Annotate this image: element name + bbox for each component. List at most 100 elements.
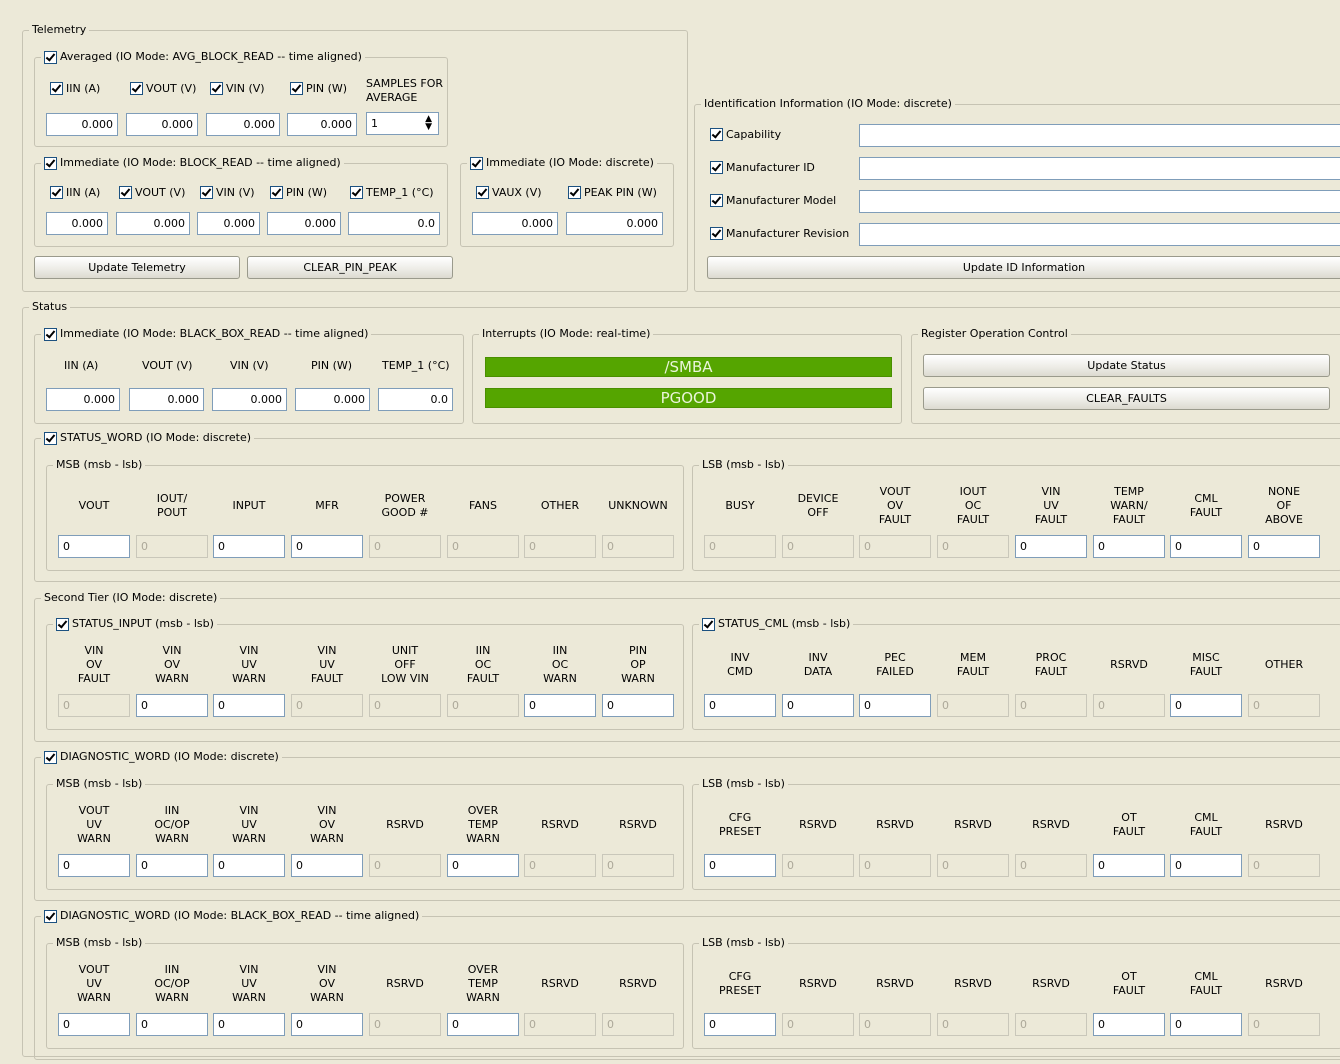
diagnostic-blackbox-enable-checkbox[interactable] xyxy=(44,909,57,923)
spin-up-down-icon[interactable]: ▲ ▼ xyxy=(425,115,432,132)
imm-vin-field[interactable] xyxy=(197,212,260,235)
status-word-lsb-header-3: IOUT OC FAULT xyxy=(956,485,990,526)
immediate-discrete-enable-checkbox[interactable] xyxy=(470,156,483,170)
manufacturer-model-field[interactable] xyxy=(859,190,1340,213)
peak-pin-field[interactable] xyxy=(566,212,663,235)
status-pin-field[interactable] xyxy=(295,388,370,411)
peak-pin-checkbox[interactable]: PEAK PIN (W) xyxy=(568,186,657,199)
diag-discrete-msb-field-3[interactable] xyxy=(291,854,363,877)
manufacturer-model-checkbox[interactable]: Manufacturer Model xyxy=(710,194,836,207)
avg-vout-checkbox[interactable]: VOUT (V) xyxy=(130,82,196,95)
diag-blackbox-lsb-header-7: RSRVD xyxy=(1265,977,1303,990)
immediate-block-enable-checkbox[interactable] xyxy=(44,156,57,170)
diag-discrete-lsb-header-1: RSRVD xyxy=(799,818,837,831)
status-cml-field-6[interactable] xyxy=(1170,694,1242,717)
status-temp-field[interactable] xyxy=(378,388,453,411)
status-input-header-6: IIN OC WARN xyxy=(543,644,577,685)
imm-vin-checkbox[interactable]: VIN (V) xyxy=(200,186,255,199)
status-input-field-2[interactable] xyxy=(213,694,285,717)
status-immediate-enable-checkbox[interactable] xyxy=(44,327,57,341)
diag-blackbox-msb-field-3[interactable] xyxy=(291,1013,363,1036)
imm-iin-checkbox[interactable]: IIN (A) xyxy=(50,186,100,199)
diag-discrete-lsb-field-6[interactable] xyxy=(1170,854,1242,877)
imm-pin-checkbox[interactable]: PIN (W) xyxy=(270,186,327,199)
diag-blackbox-msb-field-2[interactable] xyxy=(213,1013,285,1036)
diag-discrete-msb-field-1[interactable] xyxy=(136,854,208,877)
diag-discrete-lsb-field-5[interactable] xyxy=(1093,854,1165,877)
manufacturer-revision-checkbox[interactable]: Manufacturer Revision xyxy=(710,227,849,240)
avg-vin-field[interactable] xyxy=(206,113,280,136)
status-word-lsb-field-7[interactable] xyxy=(1248,535,1320,558)
status-input-field-7[interactable] xyxy=(602,694,674,717)
status-word-msb-field-4 xyxy=(369,535,441,558)
status-cml-field-2[interactable] xyxy=(859,694,931,717)
status-word-msb-field-3[interactable] xyxy=(291,535,363,558)
status-word-msb-field-0[interactable] xyxy=(58,535,130,558)
status-cml-enable-checkbox[interactable] xyxy=(702,617,715,631)
imm-iin-field[interactable] xyxy=(46,212,108,235)
status-cml-field-0[interactable] xyxy=(704,694,776,717)
diag-blackbox-msb-field-0[interactable] xyxy=(58,1013,130,1036)
update-telemetry-button[interactable]: Update Telemetry xyxy=(34,256,240,279)
clear-faults-button[interactable]: CLEAR_FAULTS xyxy=(923,387,1330,410)
manufacturer-id-field[interactable] xyxy=(859,157,1340,180)
diag-blackbox-msb-field-5[interactable] xyxy=(447,1013,519,1036)
diag-discrete-msb-header-1: IIN OC/OP WARN xyxy=(154,804,190,845)
diag-blackbox-lsb-field-0[interactable] xyxy=(704,1013,776,1036)
diag-discrete-msb-header-7: RSRVD xyxy=(619,818,657,831)
status-word-lsb-field-5[interactable] xyxy=(1093,535,1165,558)
diag-discrete-lsb-field-1 xyxy=(782,854,854,877)
diagnostic-discrete-enable-checkbox[interactable] xyxy=(44,750,57,764)
diag-blackbox-msb-header-4: RSRVD xyxy=(386,977,424,990)
diag-blackbox-lsb-header-5: OT FAULT xyxy=(1112,970,1146,997)
status-input-field-6[interactable] xyxy=(524,694,596,717)
status-vin-field[interactable] xyxy=(212,388,287,411)
vaux-field[interactable] xyxy=(472,212,558,235)
status-vout-label: VOUT (V) xyxy=(142,359,193,372)
status-word-lsb-field-4[interactable] xyxy=(1015,535,1087,558)
samples-spinbox[interactable]: 1 ▲ ▼ xyxy=(366,112,439,135)
averaged-enable-checkbox[interactable] xyxy=(44,50,57,64)
diag-discrete-msb-header-6: RSRVD xyxy=(541,818,579,831)
diag-blackbox-lsb-field-6[interactable] xyxy=(1170,1013,1242,1036)
status-input-enable-checkbox[interactable] xyxy=(56,617,69,631)
diag-discrete-msb-field-5[interactable] xyxy=(447,854,519,877)
manufacturer-revision-field[interactable] xyxy=(859,223,1340,246)
diag-discrete-lsb-field-2 xyxy=(859,854,931,877)
imm-temp-field[interactable] xyxy=(348,212,440,235)
avg-vout-field[interactable] xyxy=(126,113,198,136)
update-id-information-button[interactable]: Update ID Information xyxy=(707,256,1340,279)
manufacturer-id-checkbox[interactable]: Manufacturer ID xyxy=(710,161,815,174)
capability-field[interactable] xyxy=(859,124,1340,147)
update-status-button[interactable]: Update Status xyxy=(923,354,1330,377)
diag-blackbox-msb-title: MSB (msb - lsb) xyxy=(53,936,146,950)
status-word-enable-checkbox[interactable] xyxy=(44,431,57,445)
avg-iin-checkbox[interactable]: IIN (A) xyxy=(50,82,100,95)
avg-vin-checkbox[interactable]: VIN (V) xyxy=(210,82,265,95)
avg-pin-checkbox[interactable]: PIN (W) xyxy=(290,82,347,95)
imm-temp-checkbox[interactable]: TEMP_1 (°C) xyxy=(350,186,434,199)
status-vout-field[interactable] xyxy=(129,388,204,411)
diag-discrete-msb-field-2[interactable] xyxy=(213,854,285,877)
status-word-msb-field-6 xyxy=(524,535,596,558)
status-word-lsb-field-6[interactable] xyxy=(1170,535,1242,558)
status-cml-field-1[interactable] xyxy=(782,694,854,717)
vaux-checkbox[interactable]: VAUX (V) xyxy=(476,186,542,199)
capability-checkbox[interactable]: Capability xyxy=(710,128,781,141)
avg-iin-field[interactable] xyxy=(46,113,118,136)
imm-vout-field[interactable] xyxy=(116,212,190,235)
status-input-header-2: VIN UV WARN xyxy=(232,644,266,685)
avg-pin-field[interactable] xyxy=(287,113,357,136)
diag-discrete-lsb-field-0[interactable] xyxy=(704,854,776,877)
status-word-msb-header-6: OTHER xyxy=(540,499,580,512)
status-iin-field[interactable] xyxy=(46,388,120,411)
diag-blackbox-msb-field-1[interactable] xyxy=(136,1013,208,1036)
status-word-msb-field-2[interactable] xyxy=(213,535,285,558)
clear-pin-peak-button[interactable]: CLEAR_PIN_PEAK xyxy=(247,256,453,279)
imm-vout-checkbox[interactable]: VOUT (V) xyxy=(119,186,185,199)
diag-blackbox-lsb-field-5[interactable] xyxy=(1093,1013,1165,1036)
status-input-field-1[interactable] xyxy=(136,694,208,717)
imm-pin-field[interactable] xyxy=(267,212,341,235)
status-cml-header-0: INV CMD xyxy=(727,651,753,678)
diag-discrete-msb-field-0[interactable] xyxy=(58,854,130,877)
